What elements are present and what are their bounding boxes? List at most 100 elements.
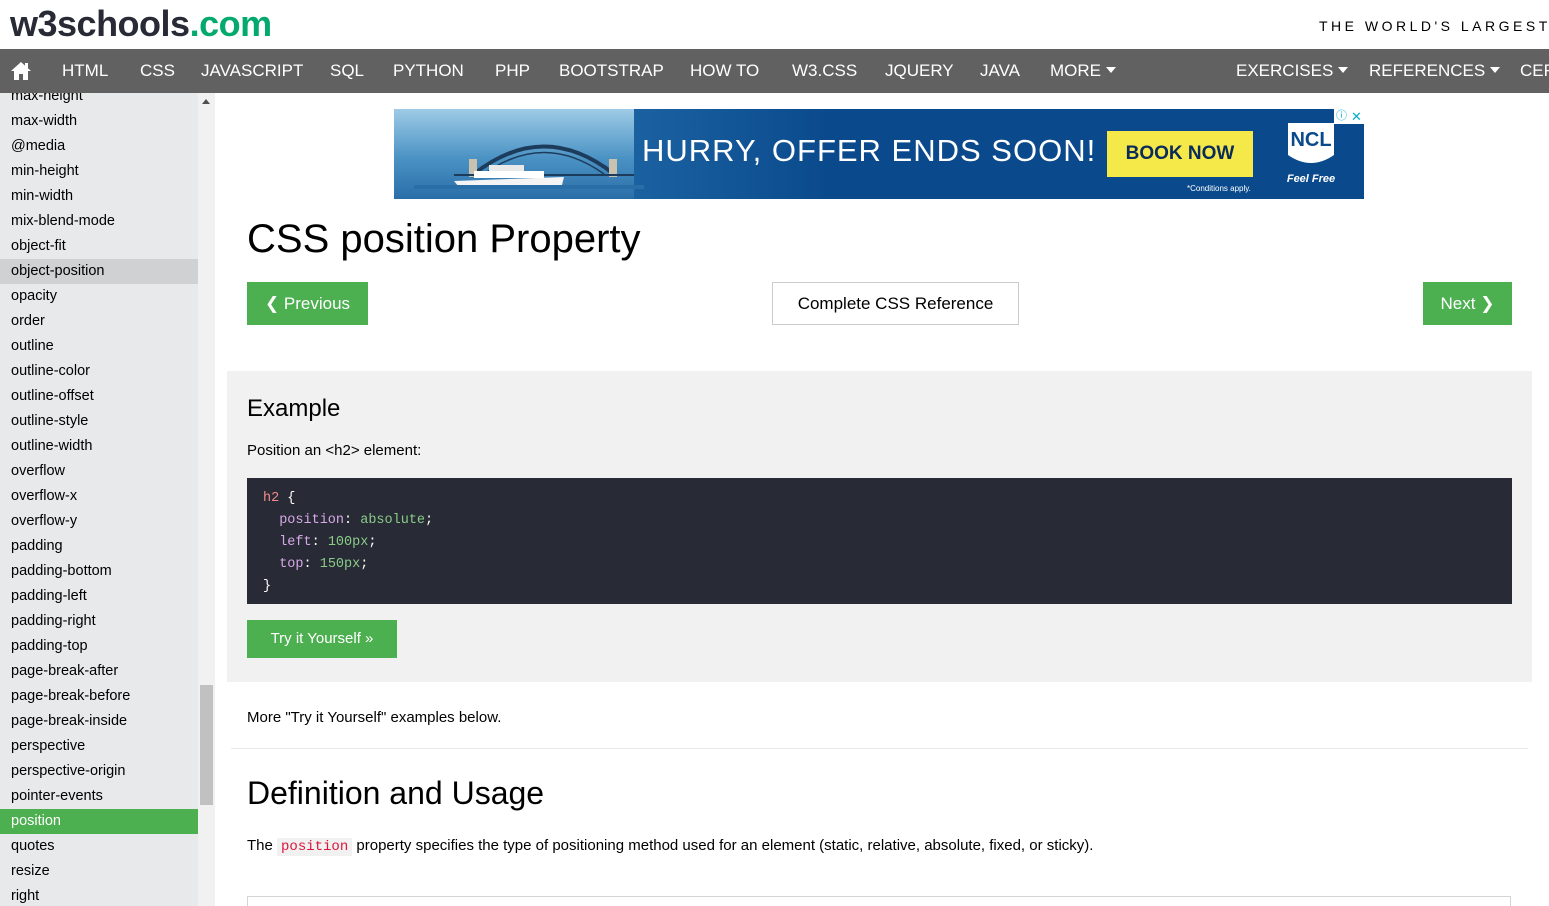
ad-close-icon[interactable]: ✕ bbox=[1349, 109, 1364, 124]
sidebar-item-padding[interactable]: padding bbox=[0, 534, 198, 559]
example-box: Example Position an <h2> element: h2 { p… bbox=[227, 371, 1532, 682]
top-header: w3schools.com THE WORLD'S LARGEST bbox=[0, 0, 1549, 49]
sidebar-item-padding-right[interactable]: padding-right bbox=[0, 609, 198, 634]
ad-info-icon[interactable]: ⓘ bbox=[1334, 109, 1349, 124]
nav-item-bootstrap[interactable]: BOOTSTRAP bbox=[559, 49, 664, 93]
nav-item-php[interactable]: PHP bbox=[495, 49, 530, 93]
ad-bridge-ship-image bbox=[414, 144, 644, 189]
sidebar-item-quotes[interactable]: quotes bbox=[0, 834, 198, 859]
sidebar-item-page-break-inside[interactable]: page-break-inside bbox=[0, 709, 198, 734]
definition-text-before: The bbox=[247, 837, 278, 854]
sidebar-item-order[interactable]: order bbox=[0, 309, 198, 334]
ad-book-now-button[interactable]: BOOK NOW bbox=[1107, 131, 1253, 177]
caret-down-icon bbox=[1338, 66, 1349, 73]
nav-item-python[interactable]: PYTHON bbox=[393, 49, 464, 93]
scroll-up-arrow-icon[interactable] bbox=[202, 99, 210, 104]
code-value: 100px bbox=[327, 535, 369, 550]
sidebar-item-page-break-before[interactable]: page-break-before bbox=[0, 684, 198, 709]
home-icon[interactable] bbox=[10, 61, 32, 81]
sidebar-item-padding-left[interactable]: padding-left bbox=[0, 584, 198, 609]
nav-item-jquery[interactable]: JQUERY bbox=[885, 49, 954, 93]
nav-item-certificates[interactable]: CER bbox=[1520, 49, 1549, 93]
nav-item-javascript[interactable]: JAVASCRIPT bbox=[201, 49, 303, 93]
sidebar-item-outline-offset[interactable]: outline-offset bbox=[0, 384, 198, 409]
code-block: h2 { position: absolute; left: 100px; to… bbox=[247, 478, 1512, 604]
sidebar-item-position[interactable]: position bbox=[0, 809, 198, 834]
sidebar-item-outline-width[interactable]: outline-width bbox=[0, 434, 198, 459]
scrollbar-thumb[interactable] bbox=[200, 685, 213, 805]
main-content: HURRY, OFFER ENDS SOON! BOOK NOW *Condit… bbox=[215, 93, 1549, 906]
nav-item-more[interactable]: MORE bbox=[1050, 49, 1116, 93]
code-line: h2 { bbox=[263, 488, 1496, 510]
code-property: position bbox=[279, 513, 345, 528]
sidebar-item-min-width[interactable]: min-width bbox=[0, 184, 198, 209]
sidebar-item-perspective-origin[interactable]: perspective-origin bbox=[0, 759, 198, 784]
sidebar-item-perspective[interactable]: perspective bbox=[0, 734, 198, 759]
example-title: Example bbox=[247, 395, 341, 422]
sidebar-item-resize[interactable]: resize bbox=[0, 859, 198, 884]
page-title: CSS position Property bbox=[247, 217, 641, 261]
logo-main-text: w3schools bbox=[10, 3, 190, 44]
sidebar-item-overflow-x[interactable]: overflow-x bbox=[0, 484, 198, 509]
logo-suffix-text: .com bbox=[189, 3, 273, 44]
sidebar-item-overflow[interactable]: overflow bbox=[0, 459, 198, 484]
sidebar-item-outline-color[interactable]: outline-color bbox=[0, 359, 198, 384]
tagline: THE WORLD'S LARGEST bbox=[1319, 18, 1549, 34]
ad-headline: HURRY, OFFER ENDS SOON! bbox=[642, 133, 1097, 168]
nav-item-html[interactable]: HTML bbox=[62, 49, 108, 93]
sidebar-item-object-fit[interactable]: object-fit bbox=[0, 234, 198, 259]
nav-item-how-to[interactable]: HOW TO bbox=[690, 49, 759, 93]
sidebar-item-padding-bottom[interactable]: padding-bottom bbox=[0, 559, 198, 584]
sidebar-item-page-break-after[interactable]: page-break-after bbox=[0, 659, 198, 684]
nav-item-references[interactable]: REFERENCES bbox=[1369, 49, 1501, 93]
sidebar-item-overflow-y[interactable]: overflow-y bbox=[0, 509, 198, 534]
code-line: position: absolute; bbox=[279, 513, 434, 528]
code-line: } bbox=[263, 576, 1496, 598]
definition-title: Definition and Usage bbox=[247, 775, 545, 811]
definition-text-after: property specifies the type of positioni… bbox=[352, 837, 1094, 854]
inline-code-position: position bbox=[277, 838, 353, 856]
sidebar-nav: max-height max-width @media min-height min-w… bbox=[0, 93, 215, 906]
nav-exercises-label: EXERCISES bbox=[1236, 61, 1334, 80]
code-line: top: 150px; bbox=[279, 557, 369, 572]
definition-text: The position property specifies the type… bbox=[247, 837, 1094, 856]
sidebar-item-outline-style[interactable]: outline-style bbox=[0, 409, 198, 434]
sidebar-item-min-height[interactable]: min-height bbox=[0, 159, 198, 184]
w3schools-logo[interactable]: w3schools.com bbox=[10, 2, 272, 46]
next-button[interactable]: Next ❯ bbox=[1423, 282, 1512, 325]
caret-down-icon bbox=[1106, 66, 1116, 73]
sidebar-item-right[interactable]: right bbox=[0, 884, 198, 906]
complete-css-reference-button[interactable]: Complete CSS Reference bbox=[772, 282, 1019, 325]
nav-item-exercises[interactable]: EXERCISES bbox=[1236, 49, 1349, 93]
sidebar-item-outline[interactable]: outline bbox=[0, 334, 198, 359]
example-description: Position an <h2> element: bbox=[247, 442, 422, 459]
advertisement-banner[interactable]: HURRY, OFFER ENDS SOON! BOOK NOW *Condit… bbox=[394, 109, 1364, 199]
sidebar-item-padding-top[interactable]: padding-top bbox=[0, 634, 198, 659]
nav-more-label: MORE bbox=[1050, 61, 1101, 80]
sidebar-item-pointer-events[interactable]: pointer-events bbox=[0, 784, 198, 809]
try-it-yourself-button[interactable]: Try it Yourself » bbox=[247, 620, 397, 658]
code-brace-close: } bbox=[263, 579, 272, 594]
sidebar-item-media[interactable]: @media bbox=[0, 134, 198, 159]
nav-item-java[interactable]: JAVA bbox=[980, 49, 1020, 93]
nav-references-label: REFERENCES bbox=[1369, 61, 1486, 80]
section-divider bbox=[231, 748, 1528, 749]
ad-brand: NCL bbox=[1290, 129, 1332, 151]
top-nav: HTML CSS JAVASCRIPT SQL PYTHON PHP BOOTS… bbox=[0, 49, 1549, 93]
ad-slogan: Feel Free bbox=[1286, 173, 1336, 185]
nav-item-sql[interactable]: SQL bbox=[330, 49, 364, 93]
sidebar-item-max-height[interactable]: max-height bbox=[0, 93, 198, 109]
sidebar-item-opacity[interactable]: opacity bbox=[0, 284, 198, 309]
nav-item-css[interactable]: CSS bbox=[140, 49, 175, 93]
sidebar-item-max-width[interactable]: max-width bbox=[0, 109, 198, 134]
nav-item-w3css[interactable]: W3.CSS bbox=[792, 49, 857, 93]
sidebar-scrollbar[interactable] bbox=[198, 93, 215, 906]
code-brace-open: { bbox=[279, 491, 296, 506]
sidebar-item-mix-blend-mode[interactable]: mix-blend-mode bbox=[0, 209, 198, 234]
ad-conditions: *Conditions apply. bbox=[1187, 184, 1251, 193]
code-line: left: 100px; bbox=[279, 535, 377, 550]
more-examples-text: More "Try it Yourself" examples below. bbox=[247, 709, 502, 726]
previous-button[interactable]: ❮ Previous bbox=[247, 282, 368, 325]
property-table bbox=[247, 896, 1511, 906]
sidebar-item-object-position[interactable]: object-position bbox=[0, 259, 198, 284]
